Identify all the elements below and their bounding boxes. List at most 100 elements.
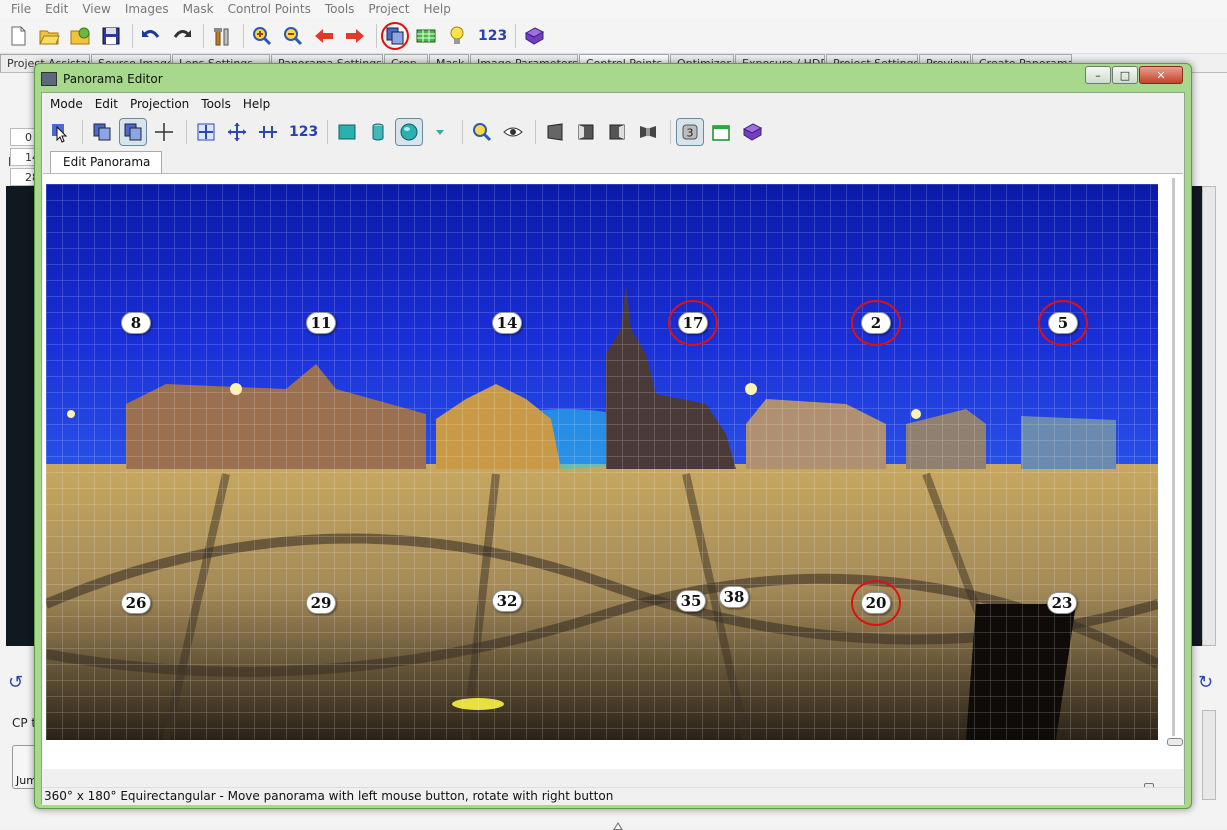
- editor-title: Panorama Editor: [63, 72, 163, 86]
- editor-titlebar[interactable]: Panorama Editor: [41, 68, 1181, 90]
- control-point-table-button[interactable]: [412, 22, 440, 50]
- main-menu-file[interactable]: File: [4, 0, 38, 18]
- editor-menubar: Mode Edit Projection Tools Help: [42, 93, 1184, 115]
- minimize-button[interactable]: –: [1085, 66, 1111, 84]
- save-project-button[interactable]: [97, 22, 125, 50]
- main-menu-help[interactable]: Help: [416, 0, 457, 18]
- redo-button[interactable]: [168, 22, 196, 50]
- undo-button[interactable]: [137, 22, 165, 50]
- blend-difference-button[interactable]: [634, 118, 662, 146]
- tab-edit-panorama[interactable]: Edit Panorama: [50, 151, 162, 173]
- toolbar-separator: [462, 120, 464, 144]
- help-manual-button[interactable]: [520, 22, 548, 50]
- select-tool-button[interactable]: [46, 118, 74, 146]
- eye-icon: [503, 127, 523, 137]
- main-menu-tools[interactable]: Tools: [318, 0, 362, 18]
- tips-button[interactable]: [443, 22, 471, 50]
- spherical-projection-button[interactable]: [395, 118, 424, 146]
- show-numbers-toggle[interactable]: 123: [285, 124, 322, 140]
- wrench-hammer-icon: [214, 27, 229, 45]
- zoom-out-button[interactable]: [279, 22, 307, 50]
- editor-client-area: Mode Edit Projection Tools Help 123 3 Ed…: [41, 92, 1185, 830]
- main-menu-view[interactable]: View: [75, 0, 117, 18]
- right-lower-scrollbar[interactable]: [1202, 710, 1216, 800]
- control-point-label[interactable]: 32: [492, 590, 522, 612]
- redo-icon: [173, 29, 191, 38]
- blend-left-button[interactable]: [572, 118, 600, 146]
- control-point-label[interactable]: 17: [678, 312, 708, 334]
- control-point-label[interactable]: 29: [306, 592, 336, 614]
- control-point-label[interactable]: 38: [719, 586, 749, 608]
- center-button[interactable]: [223, 118, 251, 146]
- fit-icon: [197, 123, 215, 141]
- panorama-editor-button[interactable]: [381, 21, 409, 50]
- pitch-slider[interactable]: [1167, 178, 1183, 748]
- open-recent-button[interactable]: [66, 22, 94, 50]
- previous-image-button[interactable]: [310, 22, 338, 50]
- editor-menu-mode[interactable]: Mode: [44, 97, 89, 111]
- control-point-label[interactable]: 5: [1048, 312, 1078, 334]
- crosshair-button[interactable]: [150, 118, 178, 146]
- main-menu-images[interactable]: Images: [118, 0, 176, 18]
- panorama-preview[interactable]: 8 11 14 17 2 5 26 29 32 35 38 20 23: [46, 184, 1158, 740]
- show-overlays-button[interactable]: [707, 118, 735, 146]
- overview-button[interactable]: [88, 118, 116, 146]
- main-menu-control-points[interactable]: Control Points: [221, 0, 318, 18]
- control-point-label[interactable]: 2: [861, 312, 891, 334]
- editor-help-button[interactable]: [738, 118, 766, 146]
- maximize-button[interactable]: □: [1112, 66, 1138, 84]
- pitch-slider-track: [1172, 178, 1175, 736]
- identify-button[interactable]: [499, 118, 527, 146]
- control-point-label[interactable]: 35: [676, 590, 706, 612]
- control-point-label[interactable]: 11: [306, 312, 336, 334]
- rectilinear-projection-button[interactable]: [333, 118, 361, 146]
- zoom-in-icon: [253, 26, 272, 45]
- toolbar-separator: [535, 120, 537, 144]
- new-file-icon: [11, 26, 26, 45]
- right-scrollbar[interactable]: [1202, 186, 1216, 646]
- zoom-button[interactable]: [468, 118, 496, 146]
- toolbar-separator: [132, 23, 133, 48]
- control-point-label[interactable]: 26: [121, 592, 151, 614]
- arrow-right-icon: [346, 28, 364, 43]
- control-point-label[interactable]: 20: [861, 592, 891, 614]
- control-point-label[interactable]: 8: [121, 312, 151, 334]
- main-menu-mask[interactable]: Mask: [176, 0, 221, 18]
- projection-dropdown-button[interactable]: [426, 118, 454, 146]
- zoom-in-button[interactable]: [248, 22, 276, 50]
- fit-panorama-button[interactable]: [192, 118, 220, 146]
- book-icon: [743, 123, 763, 141]
- preview-images-icon: [124, 123, 142, 141]
- grid-overlay: [46, 184, 1158, 740]
- preview-mode-button[interactable]: [119, 118, 147, 146]
- straighten-button[interactable]: [254, 118, 282, 146]
- next-image-button[interactable]: [341, 22, 369, 50]
- editor-menu-help[interactable]: Help: [237, 97, 276, 111]
- blend-normal-button[interactable]: [541, 118, 569, 146]
- editor-menu-edit[interactable]: Edit: [89, 97, 124, 111]
- blend-normal-icon: [547, 123, 563, 141]
- overlap-images-icon: [93, 123, 111, 141]
- layer-count-button[interactable]: 3: [676, 118, 705, 146]
- blend-right-button[interactable]: [603, 118, 631, 146]
- editor-menu-projection[interactable]: Projection: [124, 97, 195, 111]
- book-icon: [525, 26, 545, 45]
- main-menu-edit[interactable]: Edit: [38, 0, 75, 18]
- rotate-right-icon[interactable]: ↻: [1198, 672, 1213, 693]
- control-point-label[interactable]: 23: [1047, 592, 1077, 614]
- pitch-slider-thumb[interactable]: [1167, 738, 1183, 746]
- rotate-left-icon[interactable]: ↺: [8, 672, 23, 693]
- blend-right-icon: [609, 124, 625, 140]
- control-point-label[interactable]: 14: [492, 312, 522, 334]
- new-project-button[interactable]: [4, 22, 32, 50]
- fast-preview-icon: [386, 27, 404, 44]
- close-button[interactable]: ✕: [1139, 66, 1183, 84]
- editor-status-bar: 360° x 180° Equirectangular - Move panor…: [42, 787, 1184, 805]
- cylindrical-projection-button[interactable]: [364, 118, 392, 146]
- optimize-button[interactable]: [208, 22, 236, 50]
- main-menu-project[interactable]: Project: [361, 0, 416, 18]
- panorama-image: [46, 184, 1158, 740]
- editor-menu-tools[interactable]: Tools: [195, 97, 237, 111]
- open-project-button[interactable]: [35, 22, 63, 50]
- show-numbers-button[interactable]: 123: [474, 28, 511, 44]
